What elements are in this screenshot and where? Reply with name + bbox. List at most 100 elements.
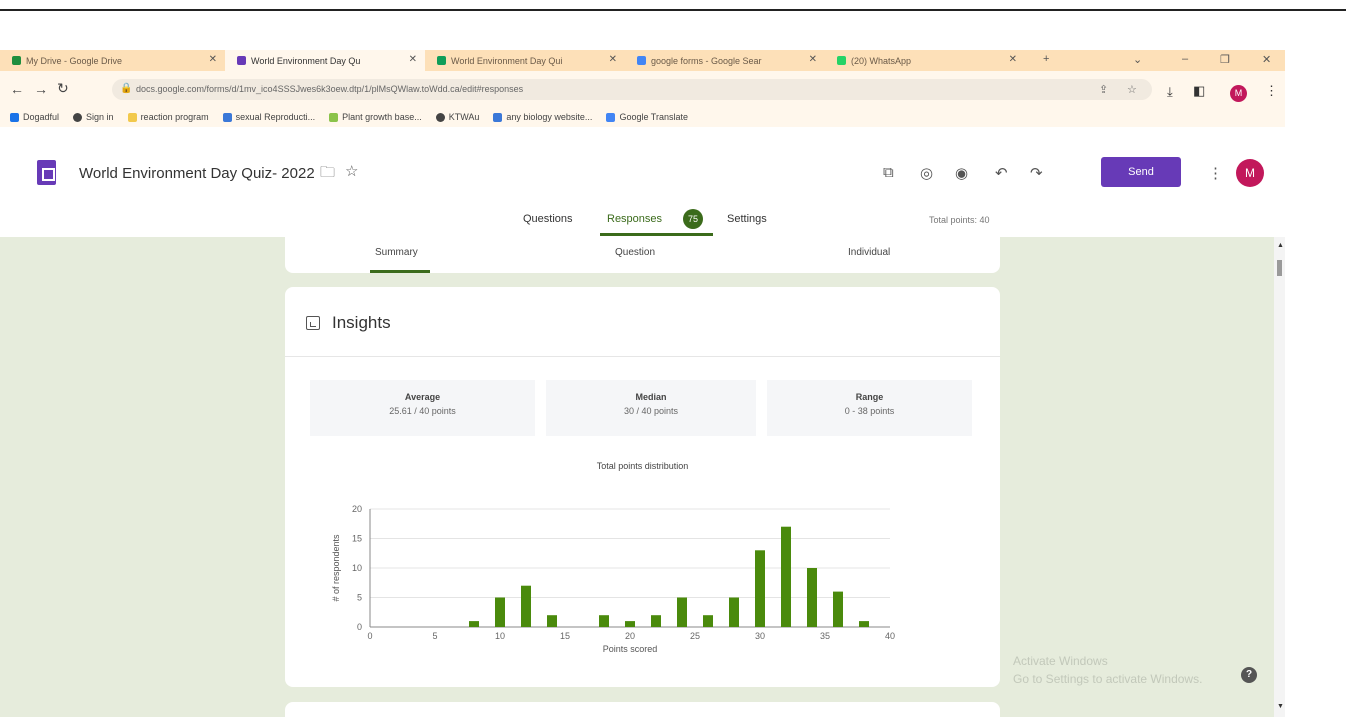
tab-title: World Environment Day Qui [451,55,563,66]
stat-value: 25.61 / 40 points [389,406,456,416]
translate-icon [606,112,616,122]
y-tick-label: 5 [357,593,362,603]
star-icon[interactable]: ☆ [345,162,358,180]
google-forms-icon[interactable] [37,160,56,185]
close-icon[interactable]: ✕ [809,54,817,65]
active-tab-indicator [600,233,713,236]
tab-questions[interactable]: Questions [523,213,573,225]
x-tick-label: 25 [690,631,700,641]
browser-tab[interactable]: (20) WhatsApp ✕ [825,50,1025,71]
watermark-line: Activate Windows [1013,654,1108,668]
bookmark[interactable]: sexual Reproducti... [222,112,315,122]
bar [469,621,479,627]
tab-individual[interactable]: Individual [848,247,890,258]
profile-avatar[interactable]: M [1230,85,1247,102]
redo-icon[interactable]: ↷ [1030,164,1043,182]
folder-icon[interactable]: 🗀 [320,162,335,187]
send-button[interactable]: Send [1101,157,1181,187]
new-tab-icon[interactable]: + [1043,53,1049,65]
watermark-line: Go to Settings to activate Windows. [1013,672,1203,686]
extensions-icon[interactable]: ◧ [1193,83,1205,99]
browser-tab[interactable]: My Drive - Google Drive ✕ [0,50,225,71]
total-points: Total points: 40 [929,215,990,225]
x-tick-label: 10 [495,631,505,641]
close-icon[interactable]: ✕ [1009,54,1017,65]
undo-icon[interactable]: ↶ [995,164,1008,182]
browser-tab[interactable]: google forms - Google Sear ✕ [625,50,825,71]
bar [833,591,843,627]
tab-responses[interactable]: Responses [607,213,662,225]
bookmark-icon [10,112,19,122]
scrollbar[interactable] [1274,237,1285,717]
addon-icon[interactable]: ⧉ [883,164,894,181]
x-tick-label: 40 [885,631,895,641]
stat-value: 30 / 40 points [623,406,679,416]
window-close-icon[interactable]: ✕ [1262,53,1271,66]
bookmarks-bar: Dogadful Sign in reaction program sexual… [0,107,1285,127]
bookmark[interactable]: KTWAu [435,112,480,122]
y-axis-label: # of respondents [331,534,341,602]
bookmark-label: Sign in [86,112,114,122]
chart-title: Total points distribution [596,461,689,471]
close-icon[interactable]: ✕ [409,54,417,65]
bar [547,615,557,627]
close-icon[interactable]: ✕ [209,54,217,65]
top-border [0,9,1346,11]
bookmark[interactable]: Dogadful [10,112,59,122]
menu-icon[interactable]: ⋮ [1265,83,1278,99]
share-icon[interactable]: ⇪ [1099,83,1108,96]
google-icon [637,56,646,65]
download-icon[interactable]: ⤓ [1167,84,1173,100]
forward-icon[interactable]: → [34,81,48,97]
bookmark[interactable]: Google Translate [606,112,688,122]
bookmark[interactable]: Sign in [73,112,114,122]
tab-title: World Environment Day Qu [251,55,361,66]
scroll-down-icon[interactable]: ▼ [1277,703,1284,710]
tab-title: My Drive - Google Drive [26,55,123,66]
bookmark[interactable]: any biology website... [493,112,592,122]
drive-icon [12,56,21,65]
whatsapp-icon [837,56,846,65]
browser-tab[interactable]: World Environment Day Qui ✕ [425,50,625,71]
palette-icon[interactable]: ◎ [920,164,933,182]
more-options-icon[interactable]: ⋮ [1208,164,1223,182]
stat-average: Average 25.61 / 40 points [310,380,535,436]
bar [599,615,609,627]
tab-summary[interactable]: Summary [375,247,418,258]
bookmark-label: Google Translate [619,112,688,122]
x-tick-label: 15 [560,631,570,641]
star-icon[interactable]: ☆ [1127,83,1137,96]
close-icon[interactable]: ✕ [609,54,617,65]
help-icon[interactable]: ? [1241,667,1257,683]
account-avatar[interactable]: M [1236,159,1264,187]
preview-icon[interactable]: ◉ [955,164,968,182]
chevron-down-icon[interactable]: ⌄ [1133,53,1142,66]
back-icon[interactable]: ← [10,81,24,97]
lock-icon: 🔒 [120,83,133,94]
y-tick-label: 10 [352,563,362,573]
tab-question[interactable]: Question [615,247,655,258]
bookmark[interactable]: reaction program [127,112,209,122]
form-title[interactable]: World Environment Day Quiz- 2022 [79,165,315,182]
minimize-icon[interactable]: – [1182,53,1188,65]
bookmark-label: KTWAu [448,112,480,122]
restore-icon[interactable]: ❐ [1220,53,1230,66]
scroll-up-icon[interactable]: ▲ [1277,242,1284,249]
bar [625,621,635,627]
browser-tab-active[interactable]: World Environment Day Qu ✕ [225,50,425,71]
response-count-badge: 75 [683,209,703,229]
bar [495,597,505,627]
reload-icon[interactable]: ↻ [57,80,69,97]
scrollbar-thumb[interactable] [1277,260,1282,276]
tab-title: google forms - Google Sear [651,55,762,66]
bookmark[interactable]: Plant growth base... [329,112,422,122]
address-bar-row: ← → ↻ 🔒 docs.google.com/forms/d/1mv_ico4… [0,71,1285,107]
bar [729,597,739,627]
bookmark-label: Plant growth base... [342,112,422,122]
bar [651,615,661,627]
tab-settings[interactable]: Settings [727,213,767,225]
globe-icon [73,112,83,122]
x-tick-label: 35 [820,631,830,641]
address-bar[interactable]: 🔒 docs.google.com/forms/d/1mv_ico4SSSJwe… [112,79,1152,100]
stat-label: Median [635,392,667,402]
